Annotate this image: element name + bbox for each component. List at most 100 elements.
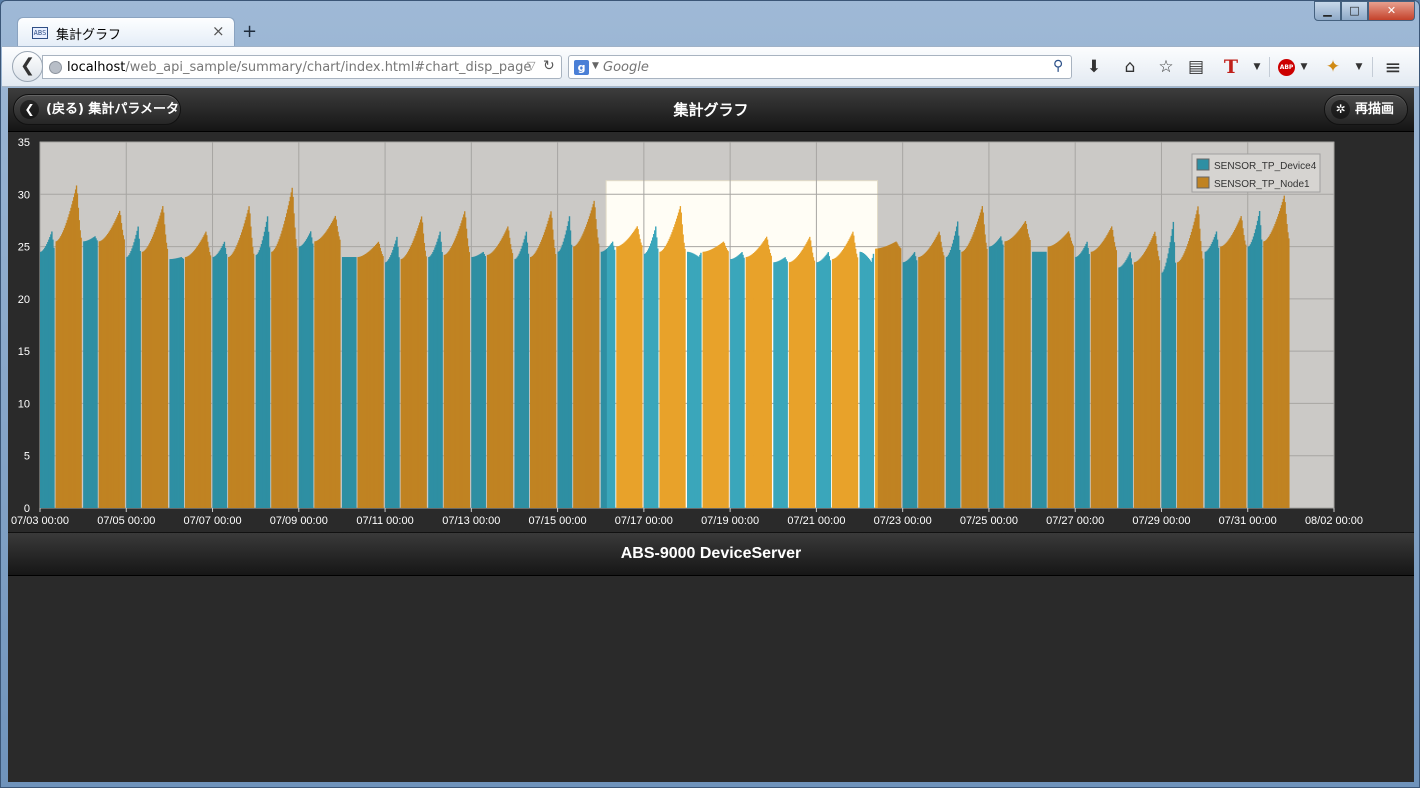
t-extension-icon[interactable]: T [1220,56,1242,78]
legend-swatch [1196,176,1210,189]
y-tick-label: 25 [18,242,30,254]
bar-device4 [829,260,832,508]
bar-node1 [856,257,859,508]
x-tick-label: 07/15 00:00 [529,515,587,527]
bar-device4 [915,260,918,508]
home-icon[interactable]: ⌂ [1119,56,1141,78]
bar-node1 [1201,258,1204,508]
reading-list-icon[interactable]: ▤ [1185,56,1207,78]
url-host: localhost [67,60,126,75]
summary-chart[interactable]: 0 5 10 15 20 25 30 35 07/03 00:00 07/05 00:00 07/0… [8,132,1414,532]
search-icon[interactable]: ⚲ [1053,58,1063,74]
url-history-dropdown-icon[interactable]: ▽ [527,59,535,72]
app-footer: ABS-9000 DeviceServer [8,532,1414,576]
bar-node1 [123,239,125,508]
page-title: 集計グラフ [673,101,749,119]
chevron-left-icon: ❮ [20,100,39,119]
bar-device4 [1217,247,1220,508]
bar-node1 [1288,238,1290,508]
url-text[interactable]: localhost/web_api_sample/summary/chart/i… [67,60,531,75]
x-tick-label: 07/23 00:00 [874,515,932,527]
bar-node1 [900,248,902,508]
back-to-parameters-button[interactable]: ❮ (戻る) 集計パラメータ [13,94,181,125]
bar-node1 [80,237,82,508]
menu-icon[interactable]: ≡ [1382,56,1404,78]
bar-device4 [484,256,486,508]
url-path: /web_api_sample/summary/chart/index.html… [125,60,532,75]
footer-text: ABS-9000 DeviceServer [620,545,802,562]
x-tick-label: 07/17 00:00 [615,515,673,527]
star-icon[interactable]: ☆ [1155,56,1177,78]
bar-node1 [1029,240,1031,509]
navigation-toolbar: localhost/web_api_sample/summary/chart/i… [2,46,1419,87]
redraw-button[interactable]: ✲ 再描画 [1324,94,1408,125]
bar-node1 [296,247,298,508]
y-tick-label: 20 [18,294,30,306]
bar-node1 [382,256,384,508]
bar-device4 [398,257,400,508]
extension-icon[interactable]: ✦ [1322,56,1344,78]
legend-label: SENSOR_TP_Node1 [1214,179,1310,190]
back-arrow-icon[interactable]: ❮ [12,51,43,82]
bar-node1 [253,253,255,508]
x-tick-label: 07/27 00:00 [1046,515,1104,527]
x-tick-label: 07/09 00:00 [270,515,328,527]
reload-icon[interactable]: ↻ [543,58,555,74]
bar-device4 [53,247,55,508]
search-engine-dropdown-icon[interactable]: ▼ [592,61,599,71]
bar-device4 [355,257,357,508]
url-bar[interactable]: localhost/web_api_sample/summary/chart/i… [42,55,562,79]
tab-strip: ABS 集計グラフ × + ▁ □ ✕ [1,1,1419,47]
extension-dropdown-icon[interactable]: ▼ [1348,56,1370,78]
bar-node1 [986,248,988,508]
search-input[interactable] [603,58,1043,76]
bar-device4 [1260,239,1263,508]
x-tick-label: 07/03 00:00 [11,515,69,527]
legend-swatch [1196,158,1210,171]
bar-node1 [554,254,557,508]
bar-device4 [225,254,228,508]
gear-icon: ✲ [1331,100,1350,119]
bar-device4 [570,244,573,508]
search-bar[interactable]: g ▼ ⚲ [568,55,1072,79]
bar-device4 [700,252,702,508]
bar-device4 [1002,244,1004,508]
y-tick-label: 30 [18,189,30,201]
app-favicon-icon: ABS [32,27,48,39]
x-tick-label: 07/05 00:00 [97,515,155,527]
back-button-label: (戻る) 集計パラメータ [46,102,180,117]
t-extension-dropdown-icon[interactable]: ▼ [1246,56,1268,78]
y-tick-label: 10 [18,398,30,410]
adblock-dropdown-icon[interactable]: ▼ [1293,56,1315,78]
bar-device4 [743,257,745,508]
download-icon[interactable]: ⬇ [1083,56,1105,78]
bar-device4 [441,251,443,508]
close-window-button[interactable]: ✕ [1368,1,1415,21]
bar-device4 [657,248,659,508]
bar-node1 [684,248,686,508]
toolbar-separator [1269,57,1270,77]
new-tab-button[interactable]: + [242,21,257,42]
redraw-button-label: 再描画 [1355,102,1395,117]
app-page: ❮ (戻る) 集計パラメータ 集計グラフ ✲ 再描画 0 5 10 15 20 25 30 3… [8,88,1414,782]
browser-window: ABS 集計グラフ × + ▁ □ ✕ localhost/web_api_sa… [0,0,1420,788]
bar-device4 [1045,251,1047,509]
bar-node1 [813,260,816,508]
bar-node1 [943,255,945,508]
app-header: ❮ (戻る) 集計パラメータ 集計グラフ ✲ 再描画 [8,88,1414,132]
bar-device4 [872,253,875,508]
bar-node1 [641,245,643,508]
maximize-button[interactable]: □ [1341,1,1368,21]
bar-node1 [770,255,772,508]
tab-close-icon[interactable]: × [212,22,225,40]
bar-device4 [96,240,98,508]
minimize-button[interactable]: ▁ [1314,1,1341,21]
tab-active[interactable]: ABS 集計グラフ × [17,17,235,47]
bar-device4 [139,250,141,508]
bar-device4 [959,249,961,508]
bar-device4 [268,247,271,508]
bar-node1 [209,255,212,508]
x-tick-label: 07/21 00:00 [787,515,845,527]
google-icon[interactable]: g [574,60,589,75]
bar-node1 [468,252,471,508]
